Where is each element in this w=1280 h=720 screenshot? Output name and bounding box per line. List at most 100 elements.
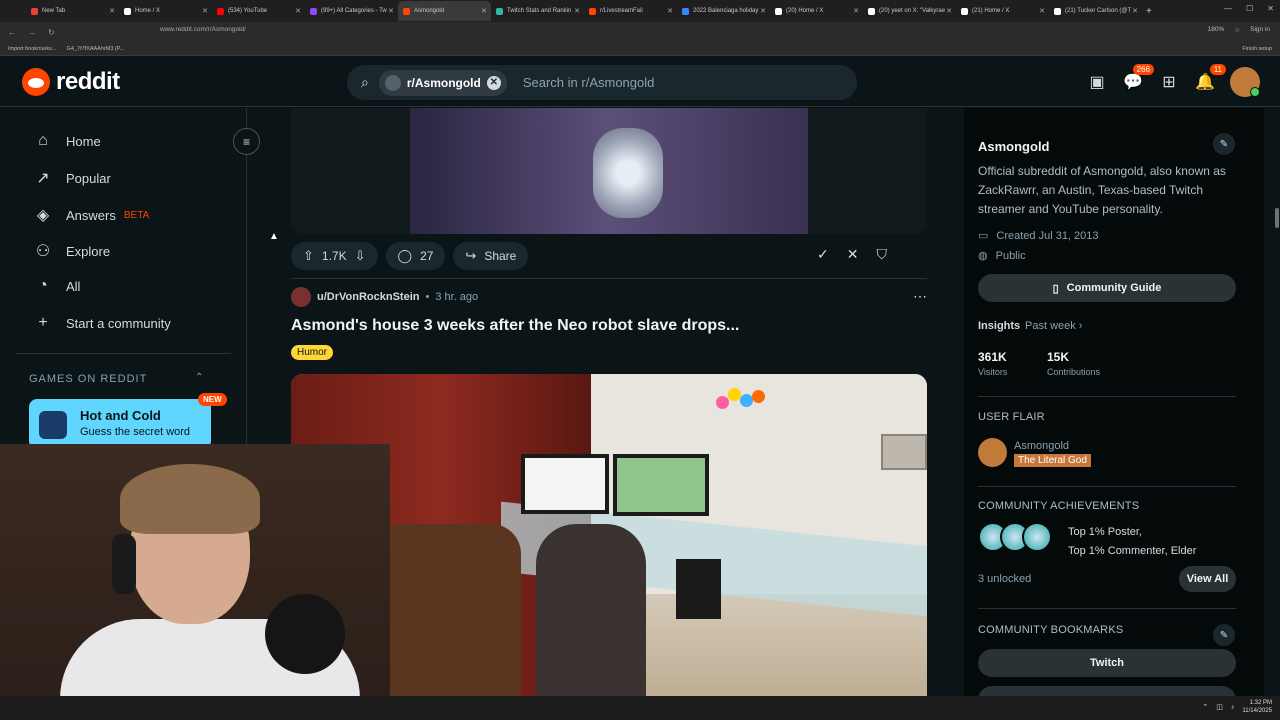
volume-icon[interactable]: ♪ — [1231, 704, 1235, 711]
search-bar[interactable]: ⌕ r/Asmongold ✕ Search in r/Asmongold — [347, 65, 857, 100]
new-tab-button[interactable]: + — [1146, 6, 1152, 17]
create-post-icon[interactable]: ⊞ — [1158, 71, 1180, 93]
browser-tab[interactable]: (20) yeet on X: "Valkyrae ✕ — [863, 1, 956, 21]
tab-favicon-icon — [496, 7, 503, 15]
browser-tab[interactable]: (99+) All Categories - Tw ✕ — [305, 1, 398, 21]
community-title: Asmongold — [978, 139, 1050, 154]
browser-tab[interactable]: (20) Home / X ✕ — [770, 1, 863, 21]
scrollbar[interactable] — [1272, 108, 1280, 688]
browser-tab[interactable]: Asmongold ✕ — [398, 1, 491, 21]
monitor-left — [521, 454, 609, 514]
browser-tab[interactable]: (21) Tucker Carlson (@T ✕ — [1049, 1, 1142, 21]
close-tab-icon[interactable]: ✕ — [1132, 7, 1138, 15]
author-avatar[interactable] — [291, 287, 311, 307]
close-tab-icon[interactable]: ✕ — [574, 7, 580, 15]
bookmark-star-icon[interactable]: ☆ — [1234, 26, 1240, 34]
chat-icon[interactable]: 💬 266 — [1122, 64, 1154, 93]
balloon-lamp — [716, 388, 776, 418]
tab-favicon-icon — [1054, 7, 1061, 15]
close-tab-icon[interactable]: ✕ — [853, 7, 859, 15]
insights-period[interactable]: Past week › — [1025, 320, 1082, 332]
browser-tab[interactable]: r/LivestreamFail ✕ — [584, 1, 677, 21]
chevron-up-icon[interactable]: ⌃ — [195, 372, 203, 383]
game-card-hot-and-cold[interactable]: Hot and Cold Guess the secret word — [29, 399, 211, 449]
community-sidebar: Asmongold ✎ Official subreddit of Asmong… — [964, 108, 1264, 720]
reddit-logo[interactable]: reddit — [22, 68, 120, 96]
browser-tab[interactable]: Home / X ✕ — [119, 1, 212, 21]
share-icon: ↪ — [465, 248, 477, 263]
clear-chip-icon[interactable]: ✕ — [486, 75, 501, 90]
edit-bookmarks-icon[interactable]: ✎ — [1213, 624, 1235, 646]
browser-tab[interactable]: Twitch Stats and Rankin ✕ — [491, 1, 584, 21]
close-tab-icon[interactable]: ✕ — [760, 7, 766, 15]
flair-avatar — [978, 438, 1007, 467]
community-guide-button[interactable]: ▯ Community Guide — [978, 274, 1236, 302]
user-avatar[interactable] — [1230, 67, 1260, 97]
edit-icon[interactable]: ✎ — [1213, 133, 1235, 155]
zoom-level[interactable]: 180% — [1208, 26, 1225, 34]
microphone — [265, 594, 345, 674]
share-button[interactable]: ↪ Share — [453, 242, 529, 270]
search-input[interactable]: Search in r/Asmongold — [523, 75, 655, 90]
bookmarks-header: COMMUNITY BOOKMARKS — [978, 624, 1124, 636]
nav-start-community[interactable]: + Start a community — [34, 314, 170, 332]
close-tab-icon[interactable]: ✕ — [202, 7, 208, 15]
collapse-nav-button[interactable]: ≡ — [233, 128, 260, 155]
clock[interactable]: 1:32 PM 11/14/2025 — [1242, 699, 1272, 715]
close-tab-icon[interactable]: ✕ — [946, 7, 952, 15]
view-all-button[interactable]: View All — [1179, 566, 1236, 592]
close-window-icon[interactable]: ✕ — [1267, 4, 1274, 13]
twitch-bookmark-button[interactable]: Twitch — [978, 649, 1236, 677]
close-tab-icon[interactable]: ✕ — [295, 7, 301, 15]
minimize-icon[interactable]: — — [1224, 4, 1232, 13]
mod-shield-icon[interactable]: ⛉ — [876, 246, 887, 263]
post-flair[interactable]: Humor — [291, 345, 334, 360]
subreddit-search-chip[interactable]: r/Asmongold ✕ — [378, 69, 507, 96]
back-icon[interactable]: ← — [8, 28, 16, 37]
close-tab-icon[interactable]: ✕ — [109, 7, 115, 15]
forward-icon[interactable]: → — [28, 28, 36, 37]
nav-home[interactable]: ⌂ Home — [34, 132, 101, 150]
nav-all[interactable]: ◔ All — [34, 277, 80, 295]
upvote-icon[interactable]: ⇧ — [303, 248, 314, 264]
downvote-icon[interactable]: ⇩ — [355, 248, 366, 264]
browser-tab[interactable]: (21) Home / X ✕ — [956, 1, 1049, 21]
nav-answers[interactable]: ◈ Answers BETA — [34, 205, 149, 225]
close-tab-icon[interactable]: ✕ — [667, 7, 673, 15]
notification-badge: 11 — [1209, 64, 1226, 75]
finish-setup-button[interactable]: Finish setup — [1242, 46, 1272, 52]
achievements-header: COMMUNITY ACHIEVEMENTS — [978, 500, 1140, 512]
close-tab-icon[interactable]: ✕ — [481, 7, 487, 15]
close-tab-icon[interactable]: ✕ — [388, 7, 394, 15]
tab-favicon-icon — [868, 7, 875, 15]
more-options-icon[interactable]: ⋯ — [913, 288, 927, 305]
previous-post-actions: ⇧ 1.7K ⇩ ◯ 27 ↪ Share — [291, 242, 529, 270]
previous-post-media[interactable] — [291, 108, 927, 234]
maximize-icon[interactable]: ☐ — [1246, 4, 1253, 13]
globe-icon: ◍ — [978, 250, 988, 262]
reload-icon[interactable]: ↻ — [48, 28, 55, 37]
flair-tag[interactable]: The Literal God — [1014, 454, 1091, 467]
url-field[interactable]: www.reddit.com/r/Asmongold/ — [160, 26, 246, 33]
sign-in-button[interactable]: Sign in — [1250, 26, 1270, 34]
nav-popular[interactable]: ↗ Popular — [34, 168, 111, 188]
visitors-value: 361K — [978, 350, 1007, 364]
nav-explore[interactable]: ⚇ Explore — [34, 241, 110, 261]
bookmark-item[interactable]: G4_7t7fXAAAhrM3 (P... — [67, 46, 125, 52]
comments-button[interactable]: ◯ 27 — [385, 242, 446, 270]
browser-tab[interactable]: 2022 Balenciaga holiday ✕ — [677, 1, 770, 21]
browser-tab[interactable]: New Tab ✕ — [26, 1, 119, 21]
headset — [112, 534, 136, 594]
approve-icon[interactable]: ✓ — [817, 246, 829, 263]
chevron-up-icon[interactable]: ⌃ — [1202, 703, 1208, 711]
notifications-icon[interactable]: 🔔 11 — [1194, 64, 1226, 93]
post-author[interactable]: u/DrVonRocknStein — [317, 291, 419, 303]
remove-icon[interactable]: ✕ — [847, 246, 859, 263]
network-icon[interactable]: ◫ — [1216, 703, 1223, 711]
visibility: ◍ Public — [978, 249, 1026, 263]
close-tab-icon[interactable]: ✕ — [1039, 7, 1045, 15]
advertise-icon[interactable]: ▣ — [1086, 71, 1108, 93]
browser-tab[interactable]: (534) YouTube ✕ — [212, 1, 305, 21]
post-title[interactable]: Asmond's house 3 weeks after the Neo rob… — [291, 317, 739, 335]
bookmark-item[interactable]: Import bookmarks... — [8, 46, 57, 52]
